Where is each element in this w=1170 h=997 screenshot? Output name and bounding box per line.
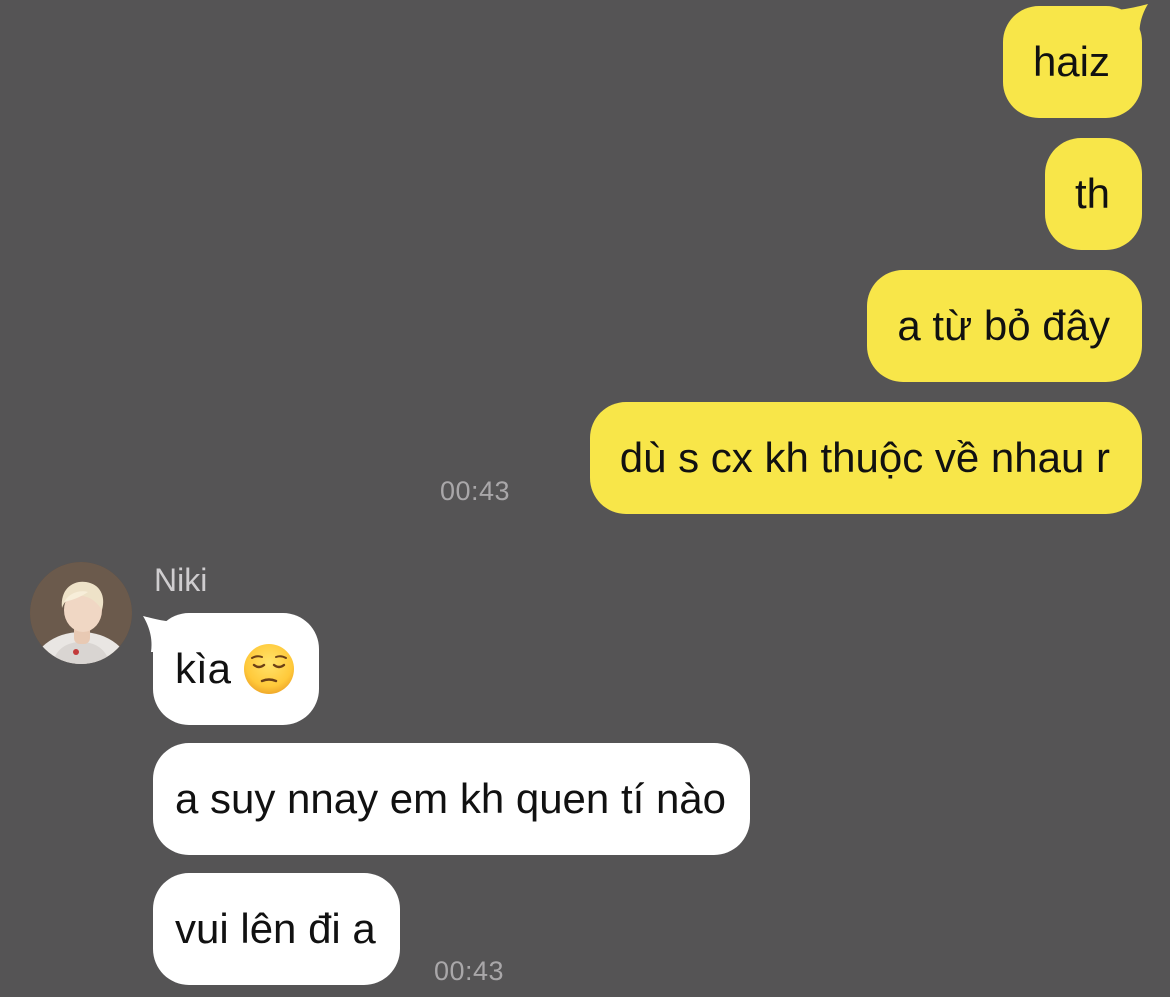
avatar-photo: [30, 562, 132, 664]
incoming-message[interactable]: vui lên đi a: [153, 873, 400, 985]
message-text: th: [1074, 170, 1110, 217]
incoming-timestamp: 00:43: [434, 956, 505, 986]
outgoing-message[interactable]: a từ bỏ đây: [867, 270, 1142, 382]
chat-thread: haiz th a từ bỏ đây dù s cx kh thuộc về …: [0, 0, 1170, 997]
message-text: vui lên đi a: [175, 905, 376, 952]
outgoing-message[interactable]: haiz: [1002, 6, 1142, 118]
message-text: a suy nnay em kh quen tí nào: [175, 775, 727, 822]
message-text: kìa: [175, 645, 232, 692]
message-text: haiz: [1032, 38, 1110, 85]
incoming-message[interactable]: kìa: [153, 613, 320, 725]
outgoing-message[interactable]: th: [1044, 138, 1142, 250]
outgoing-message[interactable]: dù s cx kh thuộc về nhau r: [589, 402, 1142, 514]
incoming-message[interactable]: a suy nnay em kh quen tí nào: [153, 743, 751, 855]
outgoing-timestamp: 00:43: [440, 476, 511, 506]
pensive-face-emoji-icon: [244, 643, 295, 694]
sender-name: Niki: [154, 562, 208, 598]
message-text: a từ bỏ đây: [897, 302, 1110, 349]
avatar[interactable]: [30, 562, 132, 664]
message-text: dù s cx kh thuộc về nhau r: [619, 434, 1110, 481]
